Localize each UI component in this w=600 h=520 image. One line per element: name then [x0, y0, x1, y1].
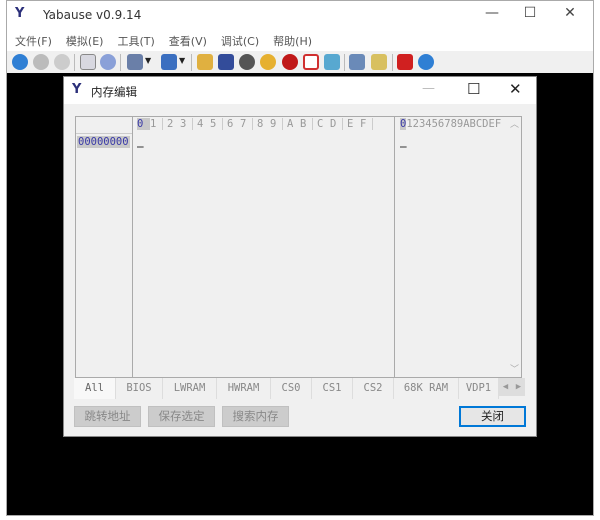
toolbar: ▼ ▼ — [7, 51, 593, 73]
close-button[interactable]: ✕ — [555, 5, 585, 25]
ascii-column-header: 0123456789ABCDEF — [400, 118, 501, 130]
dialog-close-button[interactable]: ✕ — [509, 80, 522, 98]
menu-file[interactable]: 文件(F) — [15, 33, 52, 49]
backup-ram-icon[interactable] — [371, 54, 387, 70]
tab-all[interactable]: All — [74, 378, 116, 399]
hex-header-digit: 0 — [137, 118, 150, 130]
cheat-icon[interactable] — [282, 54, 298, 70]
hex-header-digit: F — [360, 118, 373, 130]
address-cell[interactable]: 00000000 — [77, 136, 130, 148]
memory-region-tabs: All BIOS LWRAM HWRAM CS0 CS1 CS2 68K RAM… — [74, 378, 525, 400]
play-icon[interactable] — [12, 54, 28, 70]
save-selection-button[interactable]: 保存选定 — [148, 406, 215, 427]
ascii-cursor: _ — [400, 135, 407, 148]
tab-vdp1[interactable]: VDP1 — [459, 378, 499, 399]
tab-cs2[interactable]: CS2 — [353, 378, 394, 399]
clock-icon[interactable] — [260, 54, 276, 70]
menu-view[interactable]: 查看(V) — [169, 33, 207, 49]
scroll-down-icon[interactable]: ﹀ — [508, 362, 521, 375]
minimize-button[interactable]: — — [477, 5, 507, 25]
hex-header-digit: 1 — [150, 118, 163, 130]
menu-emulation[interactable]: 模拟(E) — [66, 33, 104, 49]
audio-icon[interactable] — [239, 54, 255, 70]
yabause-logo-icon: Y — [15, 6, 25, 21]
hex-header-digit: 7 — [240, 118, 253, 130]
hex-header-digit: D — [330, 118, 343, 130]
hex-header-digit: 9 — [270, 118, 283, 130]
dialog-maximize-button[interactable]: ☐ — [467, 80, 480, 98]
hex-column-header: 0123456789ABCDEF — [137, 118, 377, 130]
tab-bios[interactable]: BIOS — [116, 378, 163, 399]
tab-cs0[interactable]: CS0 — [271, 378, 312, 399]
hex-header-digit: C — [317, 118, 324, 130]
screenshot-icon[interactable] — [324, 54, 340, 70]
tab-68k-ram[interactable]: 68K RAM — [394, 378, 459, 399]
hex-cursor: _ — [137, 135, 144, 148]
settings-icon[interactable] — [197, 54, 213, 70]
memory-view[interactable]: 00000000 0123456789ABCDEF _ 0123456789AB… — [75, 116, 522, 378]
goto-address-button[interactable]: 跳转地址 — [74, 406, 141, 427]
disc-icon[interactable] — [100, 54, 116, 70]
cd-image-icon[interactable] — [80, 54, 96, 70]
power-icon[interactable] — [397, 54, 413, 70]
dialog-minimize-button[interactable]: — — [422, 81, 435, 96]
info-icon[interactable] — [418, 54, 434, 70]
tab-hwram[interactable]: HWRAM — [217, 378, 271, 399]
hex-header-digit: 2 — [167, 118, 174, 130]
vertical-scrollbar[interactable]: ︿ ﹀ — [508, 117, 521, 377]
scroll-up-icon[interactable]: ︿ — [508, 117, 521, 130]
menu-bar: 文件(F) 模拟(E) 工具(T) 查看(V) 调试(C) 帮助(H) — [15, 33, 312, 49]
menu-debug[interactable]: 调试(C) — [221, 33, 259, 49]
dialog-title: 内存编辑 — [91, 85, 137, 99]
tab-lwram[interactable]: LWRAM — [163, 378, 217, 399]
load-state-icon[interactable] — [161, 54, 177, 70]
hex-header-digit: 3 — [180, 118, 193, 130]
hex-header-digit: 8 — [257, 118, 264, 130]
tab-scroll-left-icon[interactable]: ◀ — [499, 378, 512, 396]
menu-tools[interactable]: 工具(T) — [117, 33, 154, 49]
memory-editor-dialog: Y 内存编辑 — ☐ ✕ 00000000 0123456789ABCDEF _… — [63, 76, 537, 437]
fullscreen-icon[interactable] — [303, 54, 319, 70]
tab-scroll-right-icon[interactable]: ▶ — [512, 378, 525, 396]
hex-header-digit: 6 — [227, 118, 234, 130]
reset-icon[interactable] — [54, 54, 70, 70]
maximize-button[interactable]: ☐ — [515, 5, 545, 25]
yabause-logo-icon: Y — [72, 82, 82, 97]
hex-header-digit: E — [347, 118, 354, 130]
window-title: Yabause v0.9.14 — [43, 8, 142, 22]
hex-header-digit: A — [287, 118, 294, 130]
save-state-icon[interactable] — [127, 54, 143, 70]
chevron-down-icon[interactable]: ▼ — [145, 56, 151, 65]
hex-header-digit: B — [300, 118, 313, 130]
tab-cs1[interactable]: CS1 — [312, 378, 353, 399]
cartridge-icon[interactable] — [349, 54, 365, 70]
pause-icon[interactable] — [33, 54, 49, 70]
display-icon[interactable] — [218, 54, 234, 70]
hex-header-digit: 5 — [210, 118, 223, 130]
close-dialog-button[interactable]: 关闭 — [459, 406, 526, 427]
search-memory-button[interactable]: 搜索内存 — [222, 406, 289, 427]
chevron-down-icon[interactable]: ▼ — [179, 56, 185, 65]
dialog-title-bar: Y 内存编辑 — ☐ ✕ — [64, 77, 536, 104]
ascii-header-rest: 123456789ABCDEF — [406, 118, 502, 130]
hex-header-digit: 4 — [197, 118, 204, 130]
menu-help[interactable]: 帮助(H) — [273, 33, 312, 49]
